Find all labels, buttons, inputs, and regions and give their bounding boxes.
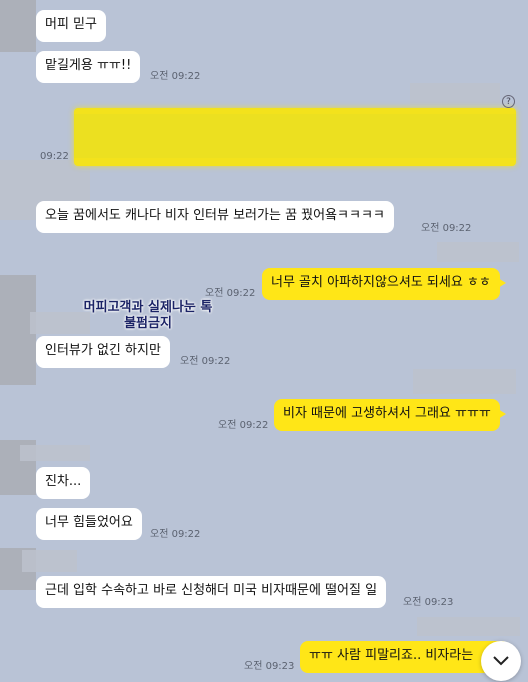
message-timestamp: 오전 09:22 (150, 529, 201, 540)
chat-bubble-outgoing[interactable]: 비자 때문에 고생하셔서 그래요 ㅠㅠㅠ (274, 399, 506, 431)
message-text: 진차... (45, 474, 82, 489)
read-count-blur (417, 617, 520, 636)
chevron-down-icon (493, 656, 509, 666)
message-text: 비자 때문에 고생하셔서 그래요 ㅠㅠㅠ (283, 406, 491, 421)
name-blur (22, 550, 77, 572)
message-timestamp: 오전 09:23 (403, 597, 454, 608)
chat-bubble-incoming[interactable]: 진차... (36, 467, 91, 499)
message-text: 머피 믿구 (45, 17, 97, 32)
message-timestamp: 오전 09:22 (150, 71, 201, 82)
message-timestamp: 오전 09:22 (218, 420, 269, 431)
question-circle-icon[interactable]: ? (502, 95, 515, 108)
name-blur (20, 445, 90, 461)
read-count-blur (437, 242, 519, 262)
read-count-blur (410, 83, 500, 105)
message-text: 너무 골치 아파하지않으셔도 되세요 ㅎㅎ (271, 275, 491, 290)
chat-bubble-incoming[interactable]: 인터뷰가 없긴 하지만 (36, 336, 170, 368)
scroll-to-bottom-button[interactable] (481, 641, 521, 681)
chat-bubble-incoming[interactable]: 맡길게용 ㅠㅠ!! (36, 51, 141, 83)
message-timestamp: 오전 09:22 (180, 356, 231, 367)
message-text: 맡길게용 ㅠㅠ!! (45, 58, 132, 73)
message-timestamp: 09:22 (40, 151, 69, 162)
blur-streak (74, 114, 516, 158)
watermark-text: 머피고객과 실제나눈 톡 불펌금지 (58, 300, 238, 332)
message-text: 너무 힘들었어요 (45, 515, 133, 530)
message-text: ㅠㅠ 사람 피말리죠.. 비자라는 (309, 648, 474, 663)
blurred-message-image[interactable] (74, 108, 516, 166)
message-timestamp: 오전 09:23 (244, 661, 295, 672)
chat-bubble-incoming[interactable]: 너무 힘들었어요 (36, 508, 142, 540)
watermark-line-1: 머피고객과 실제나눈 톡 (83, 300, 213, 315)
chat-window: { "messages": [ {"id":"m1","text":"머피 믿구… (0, 0, 528, 682)
message-timestamp: 오전 09:22 (205, 288, 256, 299)
chat-bubble-incoming[interactable]: 오늘 꿈에서도 캐나다 비자 인터뷰 보러가는 꿈 꿨어욬ㅋㅋㅋㅋ (36, 201, 394, 233)
watermark-line-2: 불펌금지 (124, 316, 172, 331)
message-timestamp: 오전 09:22 (421, 223, 472, 234)
message-text: 인터뷰가 없긴 하지만 (45, 343, 161, 358)
avatar-blur (0, 0, 36, 52)
chat-bubble-incoming[interactable]: 머피 믿구 (36, 10, 106, 42)
message-text: 오늘 꿈에서도 캐나다 비자 인터뷰 보러가는 꿈 꿨어욬ㅋㅋㅋㅋ (45, 208, 385, 223)
chat-bubble-outgoing[interactable]: ㅠㅠ 사람 피말리죠.. 비자라는 (300, 641, 510, 673)
read-count-blur (413, 369, 516, 394)
chat-bubble-outgoing[interactable]: 너무 골치 아파하지않으셔도 되세요 ㅎㅎ (262, 268, 506, 300)
chat-bubble-incoming[interactable]: 근데 입학 수속하고 바로 신청해더 미국 비자때문에 떨어질 일 (36, 576, 387, 608)
message-text: 근데 입학 수속하고 바로 신청해더 미국 비자때문에 떨어질 일 (45, 583, 378, 598)
